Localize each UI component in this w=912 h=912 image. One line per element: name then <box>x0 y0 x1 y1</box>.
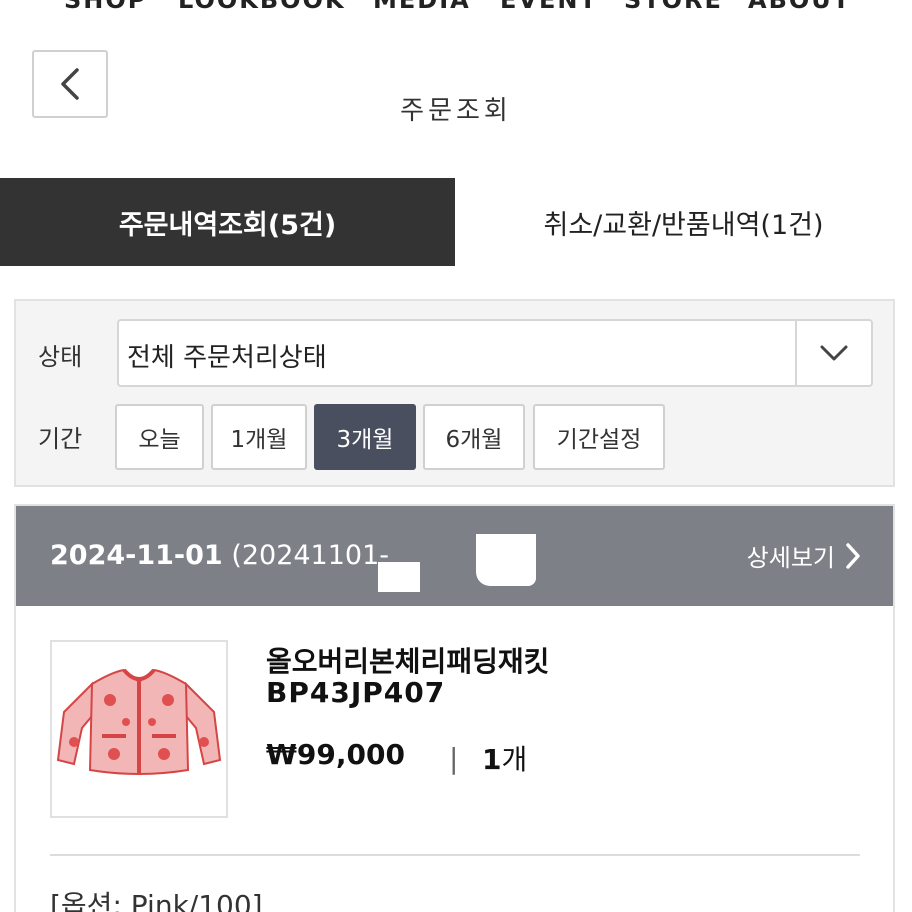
product-thumbnail[interactable] <box>50 640 228 818</box>
nav-store[interactable]: STORE <box>624 0 723 14</box>
period-6month-button[interactable]: 6개월 <box>423 404 525 470</box>
status-select[interactable]: 전체 주문처리상태 <box>117 319 873 387</box>
period-label: 기간 <box>38 425 83 453</box>
order-card: 2024-11-01 (20241101- 상세보기 올오버리본체리패딩재킷 B… <box>14 504 895 912</box>
chevron-right-icon <box>846 542 860 569</box>
order-date-value: 2024-11-01 <box>50 540 223 571</box>
product-price: ₩99,000 <box>266 738 405 771</box>
chevron-down-icon <box>820 345 848 361</box>
nav-about[interactable]: ABOUT <box>748 0 851 14</box>
tab-cancel-exchange-return[interactable]: 취소/교환/반품내역(1건) <box>455 178 912 266</box>
page-title: 주문조회 <box>400 96 512 126</box>
filter-panel: 상태 전체 주문처리상태 기간 오늘 1개월 3개월 6개월 기간설정 <box>14 299 895 487</box>
order-header: 2024-11-01 (20241101- 상세보기 <box>16 506 893 606</box>
select-arrow[interactable] <box>795 321 871 385</box>
quantity-number: 1 <box>482 743 502 776</box>
nav-media[interactable]: MEDIA <box>373 0 471 14</box>
status-select-value: 전체 주문처리상태 <box>127 343 327 373</box>
nav-shop[interactable]: SHOP <box>64 0 147 14</box>
status-label: 상태 <box>38 343 83 371</box>
redaction-mark <box>378 562 420 592</box>
order-number: (20241101- <box>231 540 390 571</box>
nav-event[interactable]: EVENT <box>500 0 598 14</box>
quantity-unit: 개 <box>501 743 528 776</box>
jacket-image <box>56 668 222 775</box>
tab-order-history[interactable]: 주문내역조회(5건) <box>0 178 455 266</box>
period-1month-button[interactable]: 1개월 <box>211 404 307 470</box>
order-detail-label: 상세보기 <box>746 544 835 572</box>
order-detail-link[interactable]: 상세보기 <box>747 538 861 573</box>
nav-lookbook[interactable]: LOOKBOOK <box>178 0 346 14</box>
order-date: 2024-11-01 (20241101- <box>50 540 389 571</box>
period-3month-button[interactable]: 3개월 <box>314 404 416 470</box>
top-navigation: SHOP LOOKBOOK MEDIA EVENT STORE ABOUT <box>0 0 912 22</box>
product-code: BP43JP407 <box>266 676 446 709</box>
period-today-button[interactable]: 오늘 <box>115 404 204 470</box>
order-tabs: 주문내역조회(5건) 취소/교환/반품내역(1건) <box>0 178 912 266</box>
product-quantity: 1개 <box>482 738 527 778</box>
product-name[interactable]: 올오버리본체리패딩재킷 <box>266 640 549 680</box>
period-custom-button[interactable]: 기간설정 <box>533 404 665 470</box>
redaction-mark <box>476 534 536 586</box>
product-option: [옵션: Pink/100] <box>50 889 263 912</box>
divider <box>50 854 860 856</box>
price-qty-separator: | <box>449 742 459 775</box>
